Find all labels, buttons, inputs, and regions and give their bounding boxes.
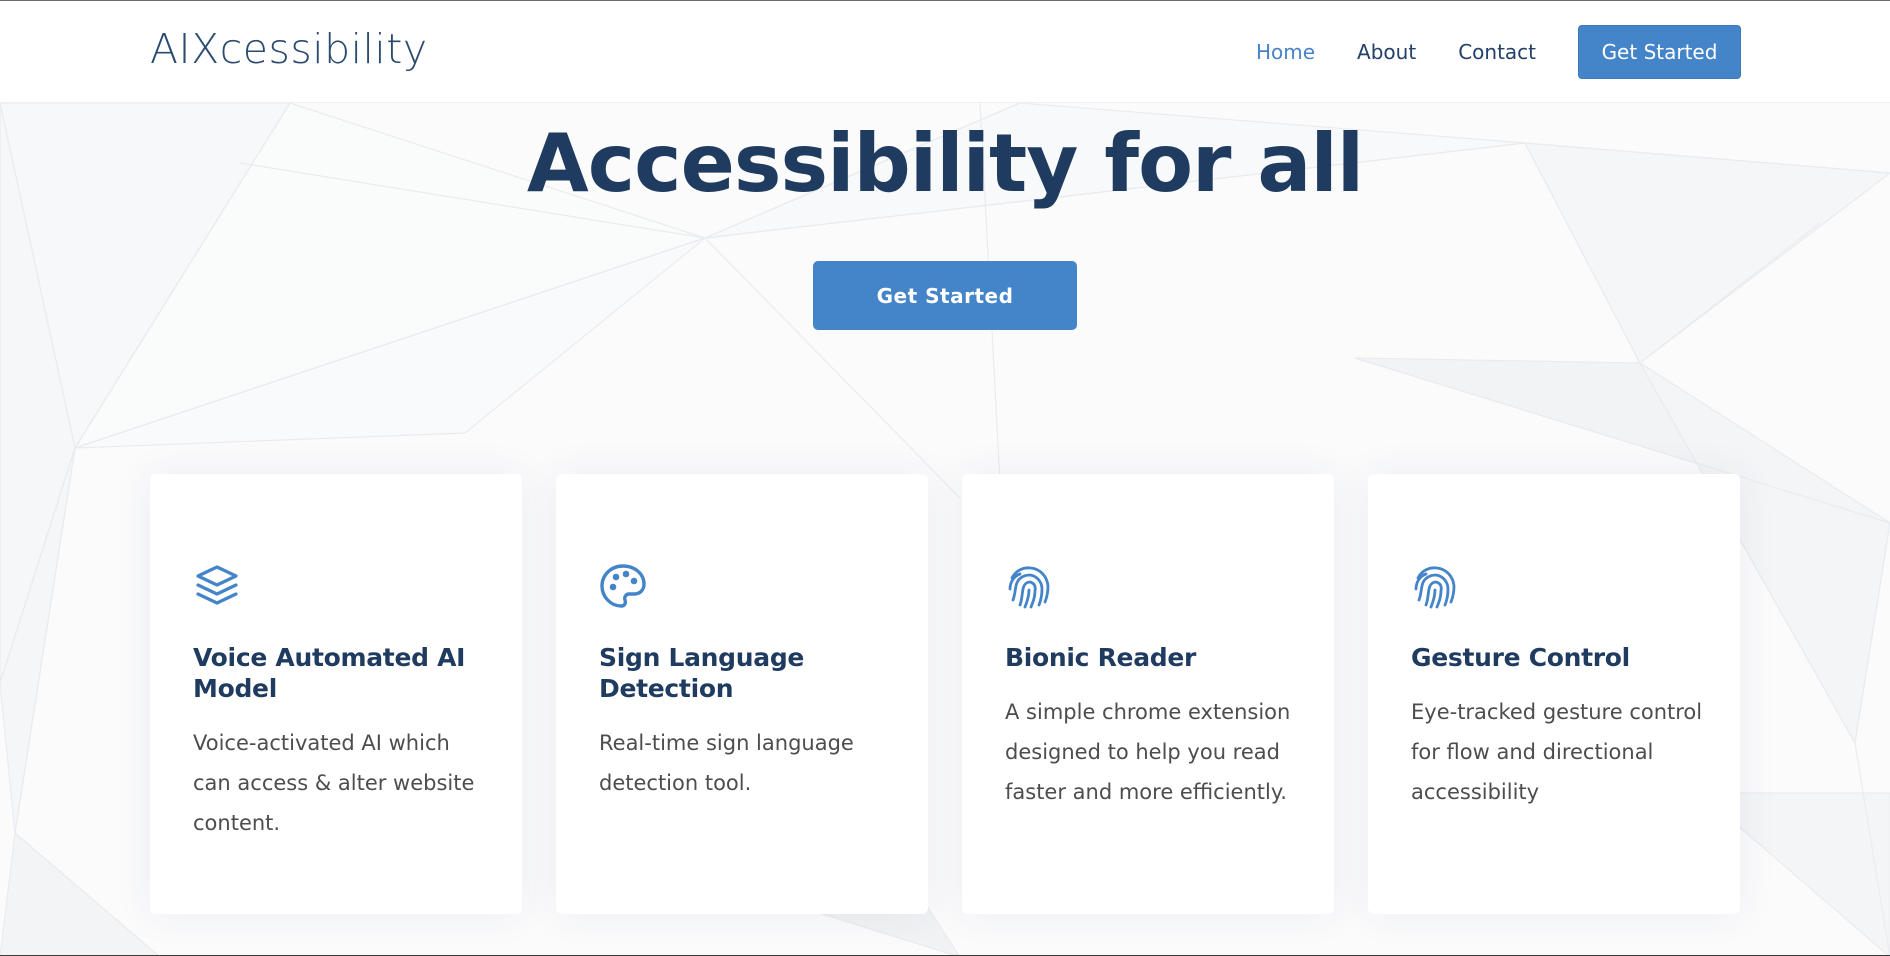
card-description: A simple chrome extension designed to he… [1005,700,1291,804]
card-description: Voice-activated AI which can access & al… [193,731,475,835]
nav-link-about[interactable]: About [1357,40,1416,64]
hero-title: Accessibility for all [526,117,1364,210]
card-description: Real-time sign language detection tool. [599,731,854,795]
hero-get-started-button[interactable]: Get Started [813,261,1077,330]
main-nav: Home About Contact Get Started [1256,25,1741,79]
feature-card-sign-language: Sign Language Detection Real-time sign l… [556,474,928,914]
card-title: Gesture Control [1411,643,1630,672]
header-get-started-button[interactable]: Get Started [1578,25,1741,79]
palette-icon [600,564,646,608]
fingerprint-icon [1414,566,1456,609]
fingerprint-icon [1008,566,1050,609]
card-description: Eye-tracked gesture control for flow and… [1411,700,1703,804]
nav-link-home[interactable]: Home [1256,40,1315,64]
nav-link-contact[interactable]: Contact [1458,40,1536,64]
card-title: Voice Automated AI Model [193,643,466,703]
feature-card-bionic-reader: Bionic Reader A simple chrome extension … [962,474,1334,914]
page: AIXcessibility Home About Contact Get St… [0,0,1890,956]
card-title: Sign Language Detection [599,643,805,703]
feature-card-voice: Voice Automated AI Model Voice-activated… [150,474,522,914]
site-header: AIXcessibility Home About Contact Get St… [0,1,1890,103]
site-logo[interactable]: AIXcessibility [150,25,428,73]
feature-card-gesture-control: Gesture Control Eye-tracked gesture cont… [1368,474,1740,914]
layers-icon [196,565,238,605]
card-title: Bionic Reader [1005,643,1197,672]
